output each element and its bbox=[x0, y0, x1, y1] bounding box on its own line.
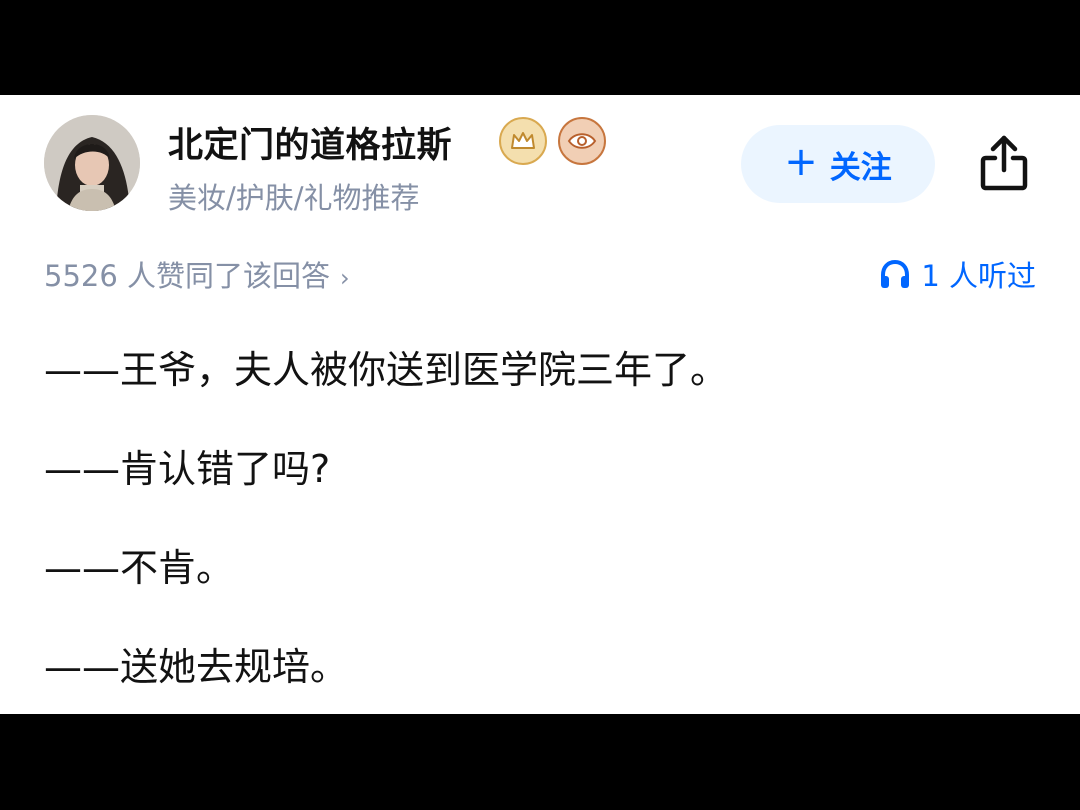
follow-label: 关注 bbox=[829, 149, 892, 186]
answer-line: ——肯认错了吗? bbox=[44, 447, 331, 491]
plus-icon: + bbox=[784, 139, 818, 185]
answer-line: ——不肯。 bbox=[44, 546, 235, 590]
author-headline: 美妆/护肤/礼物推荐 bbox=[168, 181, 420, 215]
upvote-count-link[interactable]: 5526 人赞同了该回答 › bbox=[44, 253, 350, 295]
listened-count[interactable]: 1 人听过 bbox=[879, 253, 1036, 295]
listened-count-text: 1 人听过 bbox=[921, 259, 1036, 293]
author-avatar[interactable] bbox=[44, 115, 140, 211]
eye-badge-icon bbox=[558, 117, 606, 165]
answer-line: ——王爷，夫人被你送到医学院三年了。 bbox=[44, 348, 729, 392]
letterbox-bottom bbox=[0, 714, 1080, 810]
crown-badge-icon bbox=[499, 117, 547, 165]
follow-button[interactable]: + 关注 bbox=[741, 125, 935, 203]
answer-line: ——送她去规培。 bbox=[44, 645, 349, 689]
author-name[interactable]: 北定门的道格拉斯 bbox=[168, 117, 452, 168]
headphones-icon bbox=[881, 259, 910, 288]
upvote-count-text: 5526 人赞同了该回答 bbox=[44, 259, 331, 293]
answer-card: 北定门的道格拉斯 美妆/护肤/礼物推荐 + 关注 5526 人赞同了该回答 › 1 bbox=[0, 95, 1080, 714]
share-icon bbox=[980, 135, 1028, 191]
chevron-right-icon: › bbox=[340, 264, 350, 292]
share-button[interactable] bbox=[972, 131, 1036, 195]
letterbox-top bbox=[0, 0, 1080, 95]
